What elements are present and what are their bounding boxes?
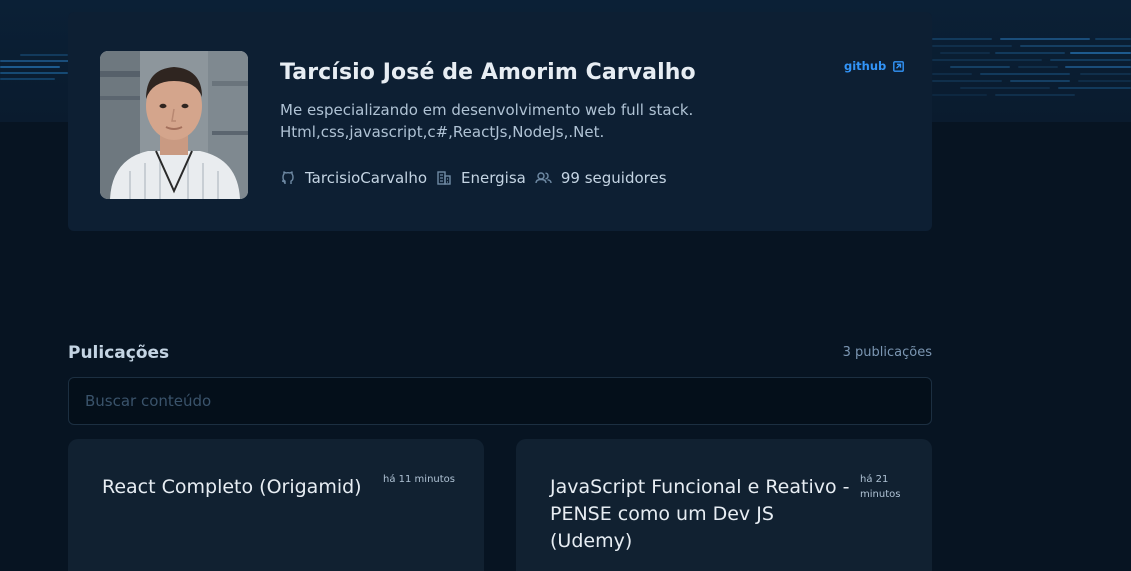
stat-followers: 99 seguidores bbox=[535, 169, 667, 187]
stat-company: Energisa bbox=[436, 169, 526, 187]
bio-line-1: Me especializando em desenvolvimento web… bbox=[280, 101, 694, 119]
post-time: há 11 minutos bbox=[383, 474, 455, 485]
github-link[interactable]: github bbox=[844, 59, 905, 73]
users-icon bbox=[535, 172, 552, 184]
followers-label: 99 seguidores bbox=[560, 169, 667, 187]
profile-name: Tarcísio José de Amorim Carvalho bbox=[280, 60, 696, 85]
github-icon bbox=[281, 171, 294, 184]
search-input[interactable] bbox=[68, 377, 932, 425]
profile-card: Tarcísio José de Amorim Carvalho github … bbox=[68, 12, 932, 231]
post-card[interactable]: JavaScript Funcional e Reativo - PENSE c… bbox=[516, 439, 932, 571]
post-title: React Completo (Origamid) bbox=[102, 476, 362, 498]
avatar bbox=[100, 51, 248, 199]
profile-bio: Me especializando em desenvolvimento web… bbox=[280, 99, 800, 143]
page: Tarcísio José de Amorim Carvalho github … bbox=[0, 0, 1131, 571]
post-card[interactable]: React Completo (Origamid) há 11 minutos bbox=[68, 439, 484, 571]
company-label: Energisa bbox=[461, 169, 526, 187]
post-time: há 21 minutos bbox=[860, 474, 901, 500]
building-icon bbox=[437, 171, 451, 185]
external-link-icon bbox=[893, 60, 905, 72]
username-label: TarcisioCarvalho bbox=[305, 169, 428, 187]
profile-stats: TarcisioCarvalho Energisa 99 seguidores bbox=[280, 169, 676, 187]
github-link-label: github bbox=[844, 59, 887, 73]
avatar-photo bbox=[100, 51, 248, 199]
bio-line-2: Html,css,javascript,c#,ReactJs,NodeJs,.N… bbox=[280, 123, 605, 141]
post-title: JavaScript Funcional e Reativo - PENSE c… bbox=[550, 476, 850, 552]
publications-count: 3 publicações bbox=[842, 345, 932, 360]
stat-username: TarcisioCarvalho bbox=[280, 169, 427, 187]
publications-title: Pulicações bbox=[68, 343, 170, 363]
